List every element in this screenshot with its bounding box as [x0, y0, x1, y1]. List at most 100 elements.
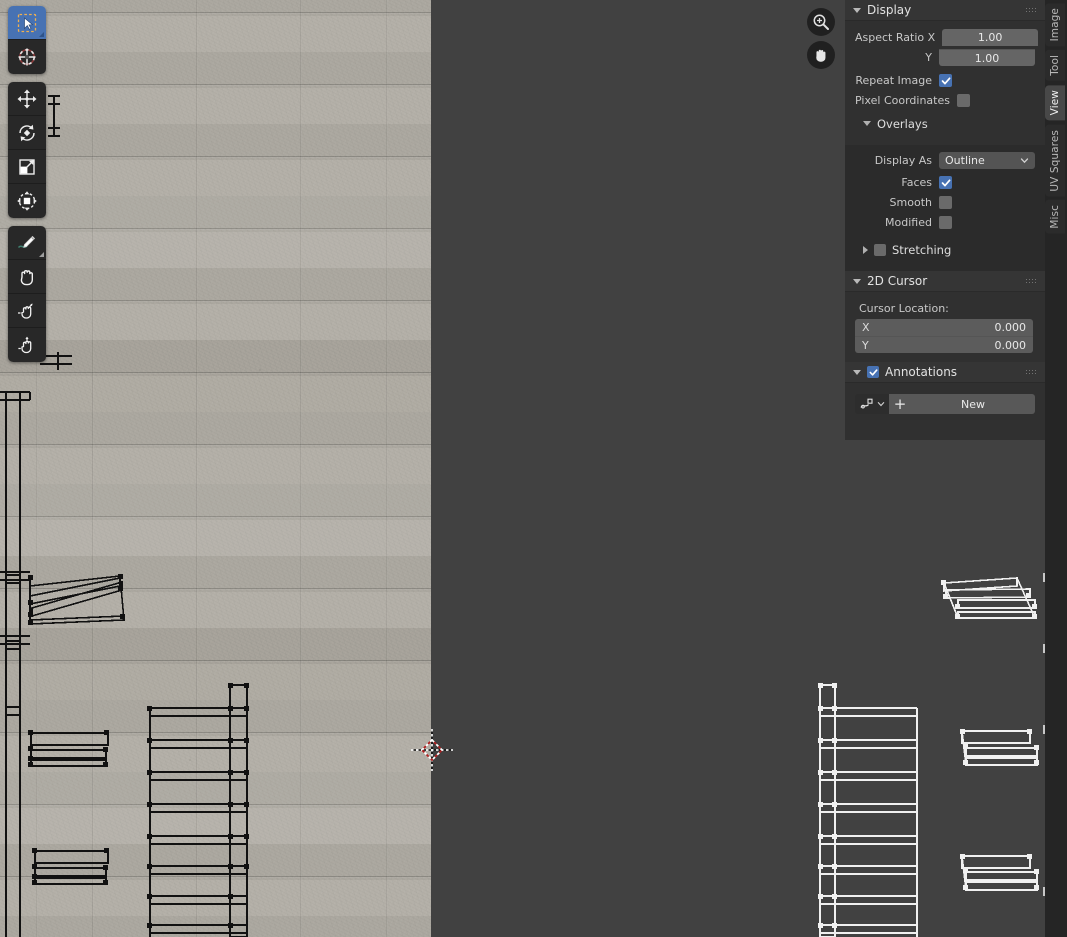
- cursor-tool[interactable]: [8, 40, 46, 74]
- display-as-row: Display As Outline: [855, 151, 1035, 170]
- cursor-x-label: X: [862, 321, 870, 334]
- display-as-dropdown[interactable]: Outline: [939, 152, 1035, 169]
- scale-corner-icon: [19, 158, 35, 175]
- smooth-checkbox[interactable]: [939, 196, 952, 209]
- tab-view[interactable]: View: [1045, 85, 1065, 121]
- subpanel-title-overlays: Overlays: [877, 116, 928, 131]
- aspect-ratio-x-field[interactable]: 1.00: [942, 29, 1039, 46]
- aspect-ratio-y-label: Y: [925, 51, 932, 64]
- texture-slab: [0, 772, 431, 844]
- scale-tool[interactable]: [8, 150, 46, 184]
- tweak-tool[interactable]: [8, 6, 46, 40]
- cursor-y-field[interactable]: Y 0.000: [855, 336, 1033, 353]
- panel-body-overlays: Display As Outline Faces Smooth Modified…: [845, 145, 1045, 271]
- aspect-ratio-y-row: Y 1.00: [855, 48, 1035, 67]
- display-as-value: Outline: [945, 154, 985, 167]
- 2d-cursor[interactable]: [411, 729, 453, 771]
- cursor-x-field[interactable]: X 0.000: [855, 319, 1033, 336]
- chevron-down-icon: [853, 278, 861, 284]
- texture-slab: [0, 196, 431, 268]
- pencil-annotate-icon: [17, 235, 36, 248]
- repeat-image-label: Repeat Image: [855, 74, 932, 87]
- hand-pan-icon: [816, 49, 826, 62]
- hand-pinch-icon: [18, 302, 33, 319]
- tab-misc[interactable]: Misc: [1045, 200, 1065, 234]
- magnifier-plus-icon: [813, 14, 829, 30]
- smooth-row: Smooth: [855, 193, 1035, 212]
- faces-checkbox[interactable]: [939, 176, 952, 189]
- rotate-arrows-icon: [19, 124, 35, 141]
- tab-strip[interactable]: Image Tool View UV Squares Misc: [1045, 0, 1067, 240]
- tab-tool[interactable]: Tool: [1045, 50, 1065, 82]
- panel-grip-icon[interactable]: [1025, 7, 1037, 14]
- faces-label: Faces: [901, 176, 932, 189]
- annotations-enable-checkbox[interactable]: [867, 366, 879, 378]
- subpanel-header-stretching[interactable]: Stretching: [863, 240, 1035, 259]
- check-icon: [941, 178, 950, 186]
- chevron-down-icon: [863, 121, 871, 126]
- transform-tool[interactable]: [8, 184, 46, 218]
- aspect-ratio-y-field[interactable]: 1.00: [939, 49, 1035, 66]
- zoom-gizmo[interactable]: [807, 8, 835, 36]
- annotation-datablock-row: + New: [855, 394, 1035, 414]
- texture-slab: [0, 340, 431, 412]
- uv-image-editor: Display Aspect Ratio X 1.00 Y 1.00 Repea…: [0, 0, 1067, 937]
- rotate-tool[interactable]: [8, 116, 46, 150]
- relax-tool[interactable]: [8, 328, 46, 362]
- tool-group-select: [8, 6, 46, 74]
- texture-slab: [0, 628, 431, 700]
- transform-gizmo-icon: [17, 191, 37, 211]
- modified-checkbox[interactable]: [939, 216, 952, 229]
- subpanel-title-stretching: Stretching: [892, 242, 952, 257]
- panel-grip-icon[interactable]: [1025, 278, 1037, 285]
- panel-body-2d-cursor: Cursor Location: X 0.000 Y 0.000: [845, 292, 1045, 362]
- tab-uv-squares[interactable]: UV Squares: [1045, 124, 1065, 197]
- viewport-gizmos[interactable]: [807, 8, 835, 69]
- panel-body-annotations: + New: [845, 383, 1045, 423]
- chevron-down-icon: [853, 369, 861, 375]
- panel-grip-icon[interactable]: [1025, 369, 1037, 376]
- chevron-right-icon: [863, 245, 868, 254]
- pixel-coordinates-checkbox[interactable]: [956, 94, 970, 107]
- cursor-location-label: Cursor Location:: [859, 302, 949, 315]
- repeat-image-checkbox[interactable]: [939, 74, 952, 87]
- cursor-x-value: 0.000: [994, 321, 1027, 334]
- tab-image[interactable]: Image: [1045, 3, 1065, 47]
- check-icon: [941, 76, 950, 84]
- panel-body-display: Aspect Ratio X 1.00 Y 1.00 Repeat Image …: [845, 21, 1045, 145]
- repeat-image-row: Repeat Image: [855, 71, 1035, 90]
- pinch-tool[interactable]: [8, 294, 46, 328]
- annotation-browse-button[interactable]: [855, 394, 889, 414]
- pan-gizmo[interactable]: [807, 41, 835, 69]
- subpanel-header-overlays[interactable]: Overlays: [863, 114, 1035, 133]
- stretching-checkbox[interactable]: [874, 243, 886, 256]
- texture-slab: [0, 484, 431, 556]
- panel-title-2d-cursor: 2D Cursor: [867, 274, 928, 288]
- tool-submenu-indicator: [39, 252, 44, 257]
- modified-row: Modified: [855, 213, 1035, 232]
- annotation-new-button[interactable]: New: [911, 394, 1035, 414]
- panel-header-annotations[interactable]: Annotations: [845, 362, 1045, 383]
- check-icon: [869, 368, 878, 376]
- hand-grab-icon: [20, 269, 33, 285]
- 2d-cursor-icon: [18, 48, 36, 66]
- aspect-ratio-x-row: Aspect Ratio X 1.00: [855, 28, 1039, 47]
- panel-header-2d-cursor[interactable]: 2D Cursor: [845, 271, 1045, 292]
- annotation-add-button[interactable]: +: [889, 394, 911, 414]
- move-arrows-icon: [17, 89, 37, 108]
- sidebar-panel[interactable]: Display Aspect Ratio X 1.00 Y 1.00 Repea…: [845, 0, 1045, 440]
- chevron-down-icon: [853, 7, 861, 13]
- aspect-ratio-x-label: Aspect Ratio X: [855, 31, 936, 44]
- modified-label: Modified: [885, 216, 932, 229]
- move-tool[interactable]: [8, 82, 46, 116]
- tool-group-annotate: [8, 226, 46, 362]
- tool-submenu-indicator: [39, 32, 44, 37]
- tool-group-transform: [8, 82, 46, 218]
- chevron-down-icon: [877, 402, 885, 407]
- annotate-tool[interactable]: [8, 226, 46, 260]
- panel-header-display[interactable]: Display: [845, 0, 1045, 21]
- pixel-coordinates-row: Pixel Coordinates: [855, 91, 1035, 110]
- grab-tool[interactable]: [8, 260, 46, 294]
- toolbar[interactable]: [8, 6, 46, 370]
- panel-title-display: Display: [867, 3, 912, 17]
